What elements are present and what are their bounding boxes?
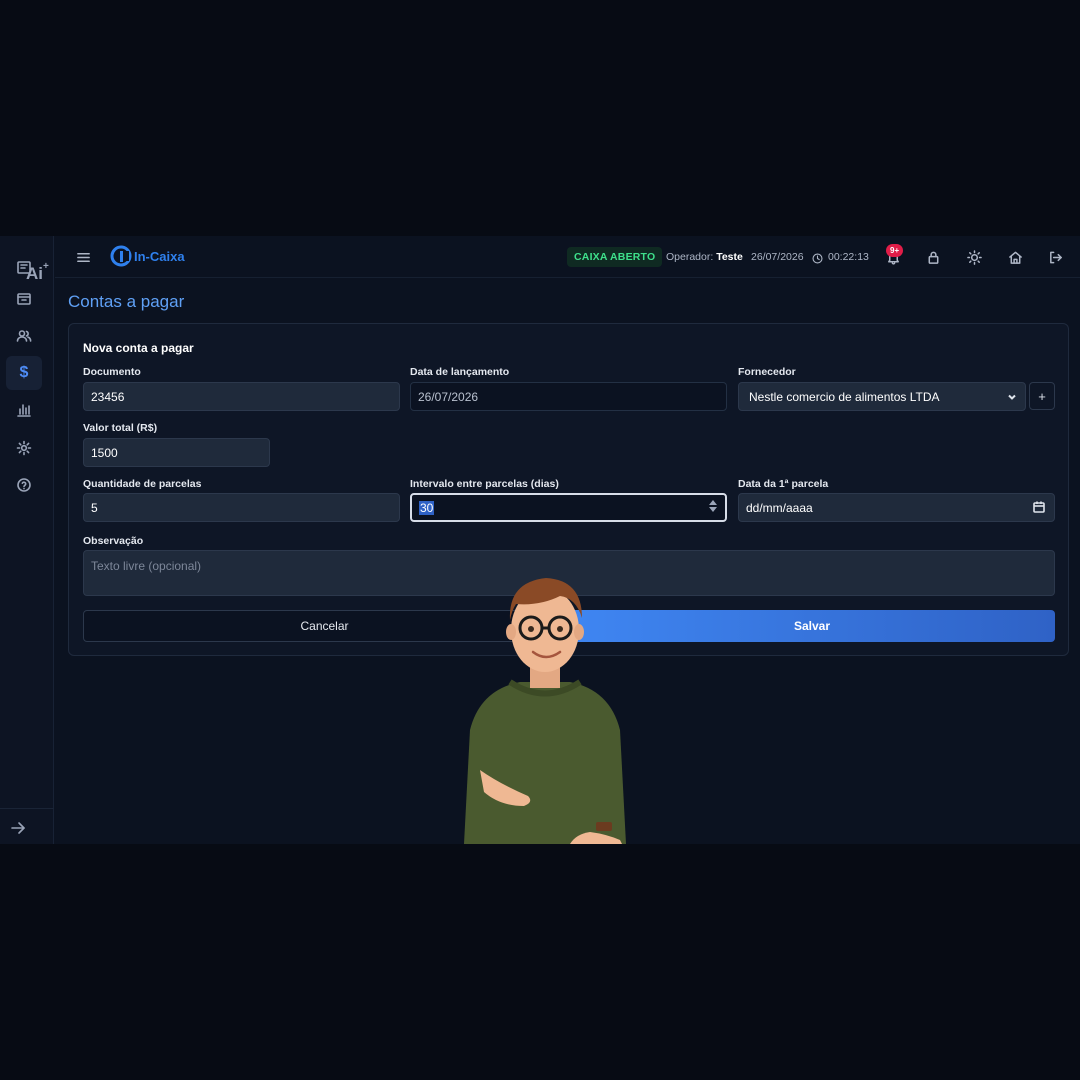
- lock-icon[interactable]: [924, 248, 942, 266]
- notification-count: 9+: [886, 244, 904, 257]
- operator-name: Teste: [716, 251, 743, 263]
- page-title: Contas a pagar: [68, 292, 185, 311]
- quantidade-parcelas-label: Quantidade de parcelas: [83, 478, 202, 490]
- fornecedor-select[interactable]: Nestle comercio de alimentos LTDA: [738, 382, 1026, 411]
- documento-value: 23456: [91, 389, 125, 404]
- current-time: 00:22:13: [828, 251, 869, 263]
- observacao-placeholder: Texto livre (opcional): [91, 559, 202, 573]
- home-icon[interactable]: [1006, 248, 1024, 266]
- app-logo[interactable]: In-Caixa: [110, 245, 185, 267]
- dollar-icon[interactable]: $: [6, 356, 42, 390]
- logout-icon[interactable]: [1046, 248, 1064, 266]
- number-stepper[interactable]: [709, 500, 717, 512]
- documento-label: Documento: [83, 366, 141, 378]
- documento-input[interactable]: 23456: [83, 382, 400, 411]
- quantidade-parcelas-value: 5: [91, 500, 98, 515]
- valor-total-input[interactable]: 1500: [83, 438, 270, 467]
- sidebar-footer: [0, 808, 54, 844]
- data-primeira-parcela-placeholder: dd/mm/aaaa: [746, 500, 813, 515]
- calendar-icon[interactable]: [1033, 501, 1045, 513]
- clock-icon: [808, 249, 826, 267]
- ai-label: Ai+: [26, 261, 49, 283]
- current-date: 26/07/2026: [751, 251, 804, 263]
- presenter-avatar: [464, 578, 626, 844]
- valor-total-value: 1500: [91, 445, 118, 460]
- intervalo-input[interactable]: 30: [410, 493, 727, 522]
- data-primeira-parcela-label: Data da 1ª parcela: [738, 478, 829, 490]
- app-window: Ai+ $ In-Caixa CAIXA ABERTO Operador: Te…: [0, 236, 1080, 844]
- gear-icon[interactable]: [6, 431, 42, 465]
- save-button[interactable]: Salvar: [569, 610, 1055, 642]
- menu-icon[interactable]: [74, 248, 92, 266]
- app-name: In-Caixa: [134, 248, 185, 264]
- chart-icon[interactable]: [6, 393, 42, 427]
- operator-label: Operador:: [666, 251, 714, 263]
- intervalo-value: 30: [419, 500, 435, 515]
- sun-icon[interactable]: [965, 248, 983, 266]
- data-lancamento-input[interactable]: 26/07/2026: [410, 382, 727, 411]
- quantidade-parcelas-input[interactable]: 5: [83, 493, 400, 522]
- help-icon[interactable]: [6, 468, 42, 502]
- fornecedor-value: Nestle comercio de alimentos LTDA: [749, 389, 940, 404]
- observacao-label: Observação: [83, 535, 144, 547]
- box-icon[interactable]: [6, 282, 42, 316]
- add-supplier-button[interactable]: +: [1029, 382, 1055, 410]
- arrow-right-icon[interactable]: [0, 811, 36, 844]
- data-primeira-parcela-input[interactable]: dd/mm/aaaa: [738, 493, 1055, 522]
- chevron-down-icon: [1007, 391, 1017, 401]
- sidebar: Ai+ $: [0, 236, 54, 844]
- operator-info: Operador: Teste: [666, 251, 743, 263]
- card-title: Nova conta a pagar: [83, 341, 194, 355]
- status-badge: CAIXA ABERTO: [567, 247, 663, 267]
- users-icon[interactable]: [6, 319, 42, 353]
- valor-total-label: Valor total (R$): [83, 422, 158, 434]
- data-lancamento-value: 26/07/2026: [418, 389, 479, 404]
- intervalo-label: Intervalo entre parcelas (dias): [410, 478, 559, 490]
- logo-icon: [110, 245, 132, 267]
- data-lancamento-label: Data de lançamento: [410, 366, 510, 378]
- topbar: In-Caixa CAIXA ABERTO Operador: Teste 26…: [55, 236, 1080, 278]
- fornecedor-label: Fornecedor: [738, 366, 796, 378]
